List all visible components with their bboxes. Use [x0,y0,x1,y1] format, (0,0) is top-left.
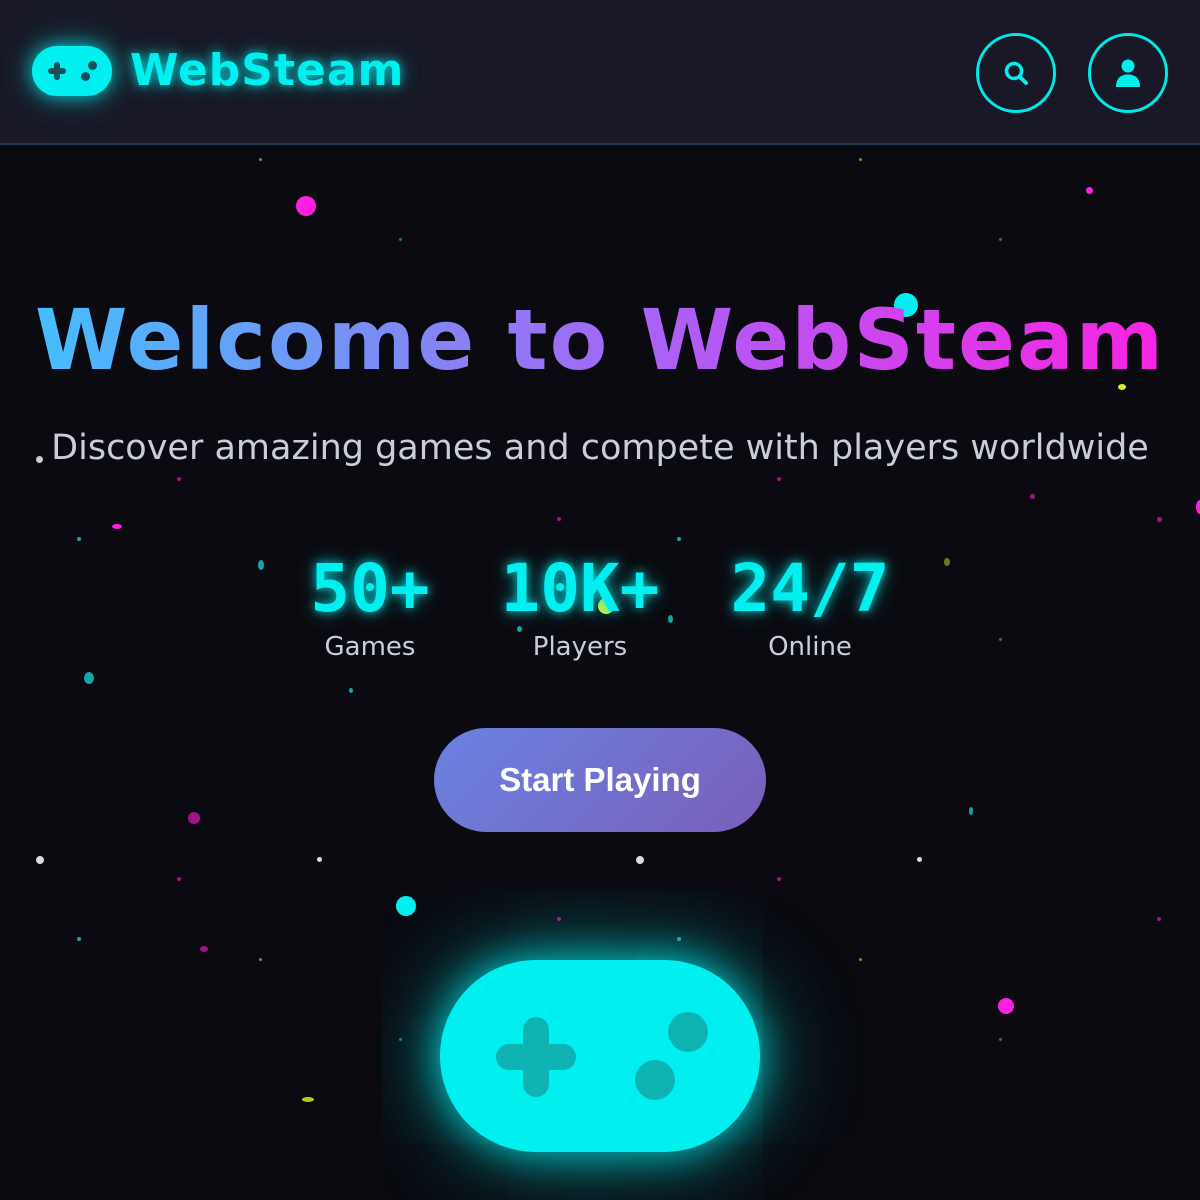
particle [112,524,122,529]
particle [349,688,353,693]
particle [677,937,681,941]
search-button[interactable] [976,33,1056,113]
search-icon [1004,61,1028,85]
particle [859,958,862,961]
particle [200,946,208,952]
particle [777,877,781,881]
particle [999,638,1002,641]
particle [396,896,416,916]
stat-label: Online [768,632,852,662]
particle [399,238,402,241]
stat-value: 10K+ [500,550,660,627]
hero-title: Welcome to WebSteam [0,290,1200,390]
brand-logo[interactable]: WebSteam [32,45,404,96]
stat-online: 24/7 Online [705,550,915,663]
particle [859,158,862,161]
page: WebSteam Welcome to WebSteam Discover am… [0,0,1200,1200]
particle [777,477,781,481]
particle [1086,187,1093,194]
user-profile-button[interactable] [1088,33,1168,113]
particle [317,857,322,862]
particle [969,807,973,815]
user-icon [1116,59,1140,87]
particle [944,558,950,566]
particle [1196,500,1200,514]
hero-subtitle: Discover amazing games and compete with … [51,428,1149,468]
stat-label: Players [532,632,628,662]
particle [259,158,262,161]
particle [77,937,81,941]
gamepad-icon [32,45,112,96]
particle [1157,917,1161,921]
stat-players: 10K+ Players [490,550,670,663]
particle [999,1038,1002,1041]
top-nav: WebSteam [0,0,1200,145]
particle [557,917,561,921]
particle [84,672,94,684]
particle [258,560,264,570]
particle [399,1038,402,1041]
particle [1030,494,1035,499]
start-playing-button[interactable]: Start Playing [434,728,766,832]
particle [188,812,200,824]
particle [177,877,181,881]
particle [677,537,681,541]
particle [636,856,644,864]
stat-games: 50+ Games [290,550,450,663]
particle [557,517,561,521]
particle [998,998,1014,1014]
particle [36,856,44,864]
stat-value: 50+ [310,550,430,627]
particle [302,1097,314,1102]
brand-name: WebSteam [130,45,405,96]
particle [177,477,181,481]
particle [917,857,922,862]
particle [259,958,262,961]
particle [77,537,81,541]
stat-value: 24/7 [730,550,890,627]
gamepad-icon [440,960,760,1152]
particle [296,196,316,216]
particle [1157,517,1162,522]
particle [999,238,1002,241]
stat-label: Games [324,632,416,662]
